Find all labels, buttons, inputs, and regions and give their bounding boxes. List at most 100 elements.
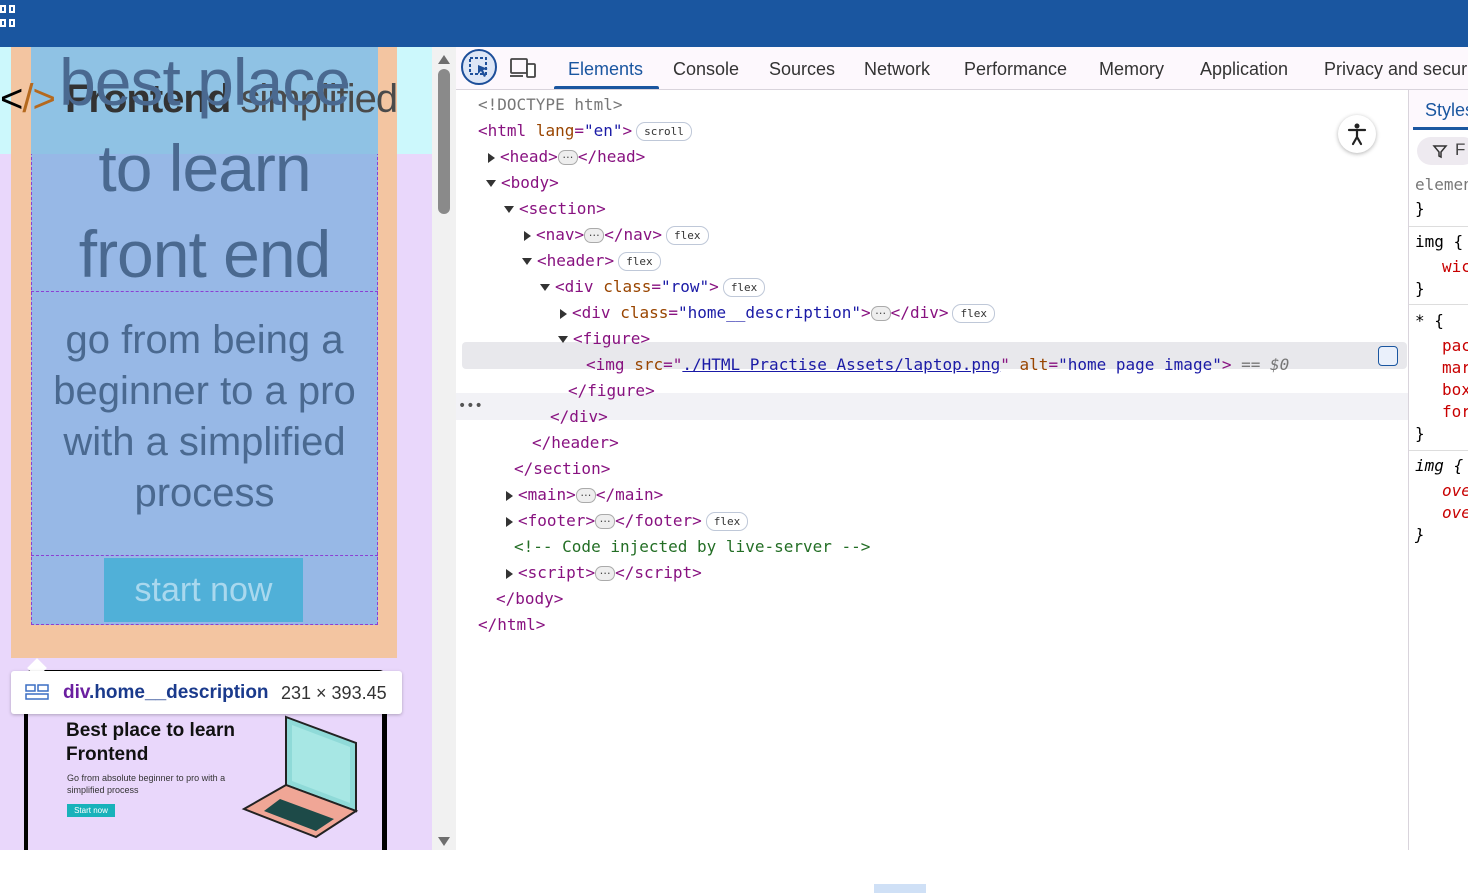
browser-toolbar [0,0,1468,47]
card-title: Best place to learn Frontend [66,720,235,765]
collapsed-content-icon[interactable]: … [595,513,616,529]
scroll-badge[interactable]: scroll [636,122,692,141]
ai-assistance-icon[interactable] [1378,346,1398,366]
collapsed-content-icon[interactable]: … [870,305,891,321]
tab-memory[interactable]: Memory [1099,59,1164,80]
collapsed-content-icon[interactable]: … [584,227,605,243]
dom-doctype[interactable]: <!DOCTYPE html> [478,92,623,118]
elements-tree: ••• <!DOCTYPE html> <html lang="en"> scro… [456,90,1408,893]
collapse-arrow-icon[interactable] [540,284,550,291]
tab-styles[interactable]: Styles [1425,100,1468,121]
dom-close-body[interactable]: </body> [496,586,563,612]
style-property[interactable]: wic [1442,256,1468,278]
style-rule-selector[interactable]: img { [1415,455,1463,477]
tab-elements[interactable]: Elements [568,59,643,80]
collapsed-content-icon[interactable]: … [557,149,578,165]
dom-node-div-home-description[interactable]: <div class="home__description">… </div> fl… [560,300,995,326]
tab-privacy-security[interactable]: Privacy and securi [1324,59,1468,80]
scroll-up-arrow-icon[interactable] [438,55,450,64]
collapse-arrow-icon[interactable] [522,258,532,265]
tab-network[interactable]: Network [864,59,930,80]
tab-application[interactable]: Application [1200,59,1288,80]
tab-performance[interactable]: Performance [964,59,1067,80]
devtools-panel: Elements Console Sources Network Perform… [456,47,1468,893]
card-start-button: Start now [67,804,115,817]
flex-badge[interactable]: flex [666,226,709,245]
rule-divider [1409,304,1468,305]
flex-layout-icon [25,684,49,700]
collapse-arrow-icon[interactable] [558,336,568,343]
style-rule-selector[interactable]: img { [1415,231,1463,253]
dom-node-section[interactable]: <section> [504,196,606,222]
style-property[interactable]: box [1442,379,1468,401]
apps-grid-icon[interactable] [0,5,18,29]
dom-close-header[interactable]: </header> [532,430,619,456]
dom-node-html[interactable]: <html lang="en"> scroll [478,118,692,144]
expand-arrow-icon[interactable] [524,230,531,241]
devtools-tabbar: Elements Console Sources Network Perform… [456,47,1468,90]
node-actions-icon[interactable]: ••• [458,393,483,420]
dom-node-footer[interactable]: <footer>… </footer> flex [506,508,749,534]
dom-node-main[interactable]: <main>… </main> [506,482,663,508]
collapsed-content-icon[interactable]: … [575,487,596,503]
dom-close-figure[interactable]: </figure> [568,378,655,404]
dom-close-div[interactable]: </div> [550,404,608,430]
style-rule-close: } [1415,525,1425,544]
dom-close-section[interactable]: </section> [514,456,610,482]
dom-node-figure[interactable]: <figure> [558,326,650,352]
inspect-element-button[interactable] [461,49,497,85]
flex-badge[interactable]: flex [722,278,766,297]
hero-subtitle: go from being a beginner to a pro with a… [53,318,356,515]
style-property[interactable]: pac [1442,335,1468,357]
dom-close-html[interactable]: </html> [478,612,545,638]
flex-badge[interactable]: flex [952,304,995,323]
filter-placeholder: F [1455,140,1466,159]
collapse-arrow-icon[interactable] [504,206,514,213]
tab-sources[interactable]: Sources [769,59,835,80]
styles-tabbar: Styles [1409,90,1468,130]
expand-arrow-icon[interactable] [506,516,513,527]
img-src-link[interactable]: ./HTML Practise Assets/laptop.png [682,355,1000,374]
preview-scrollbar[interactable] [432,47,457,850]
expand-arrow-icon[interactable] [488,152,495,163]
tab-console[interactable]: Console [673,59,739,80]
expand-arrow-icon[interactable] [560,308,567,319]
style-property[interactable]: mar [1442,357,1468,379]
style-rule-close: } [1415,424,1425,443]
horizontal-scroll-thumb[interactable] [874,884,926,893]
dom-node-script[interactable]: <script>… </script> [506,560,702,586]
start-now-button[interactable]: start now [104,558,303,622]
active-tab-indicator [1413,127,1468,130]
style-rule-close: } [1415,279,1425,298]
scroll-down-arrow-icon[interactable] [438,837,450,846]
style-rule-selector[interactable]: elemen [1415,174,1468,196]
collapse-arrow-icon[interactable] [486,180,496,187]
accessibility-tree-button[interactable] [1338,115,1376,153]
flex-badge[interactable]: flex [705,512,749,531]
hero-title: best place to learn front end [59,47,351,291]
dom-node-img[interactable]: <img src="./HTML Practise Assets/laptop.… [586,352,1289,378]
style-property[interactable]: ove [1442,502,1468,524]
dom-node-head[interactable]: <head>… </head> [488,144,645,170]
dom-node-body[interactable]: <body> [486,170,559,196]
inspect-tooltip: div.home__description 231 × 393.45 [11,671,402,714]
scroll-thumb[interactable] [438,69,450,214]
laptop-illustration [241,715,359,839]
dom-node-nav[interactable]: <nav>… </nav> flex [524,222,709,248]
expand-arrow-icon[interactable] [506,568,513,579]
style-rule-selector[interactable]: * { [1415,310,1444,332]
style-property[interactable]: ove [1442,480,1468,502]
expand-arrow-icon[interactable] [506,490,513,501]
collapsed-content-icon[interactable]: … [595,565,616,581]
device-toolbar-icon[interactable] [510,57,536,79]
active-tab-indicator [554,86,659,89]
dom-node-header[interactable]: <header> flex [522,248,661,274]
dom-node-div-row[interactable]: <div class="row"> flex [540,274,766,300]
filter-icon [1432,145,1448,159]
cursor-select-icon [469,57,488,77]
style-property[interactable]: for [1442,401,1468,423]
styles-filter-input[interactable]: F [1417,137,1468,165]
dom-comment[interactable]: <!-- Code injected by live-server --> [514,534,870,560]
flex-badge[interactable]: flex [618,252,661,271]
rule-divider [1409,226,1468,227]
